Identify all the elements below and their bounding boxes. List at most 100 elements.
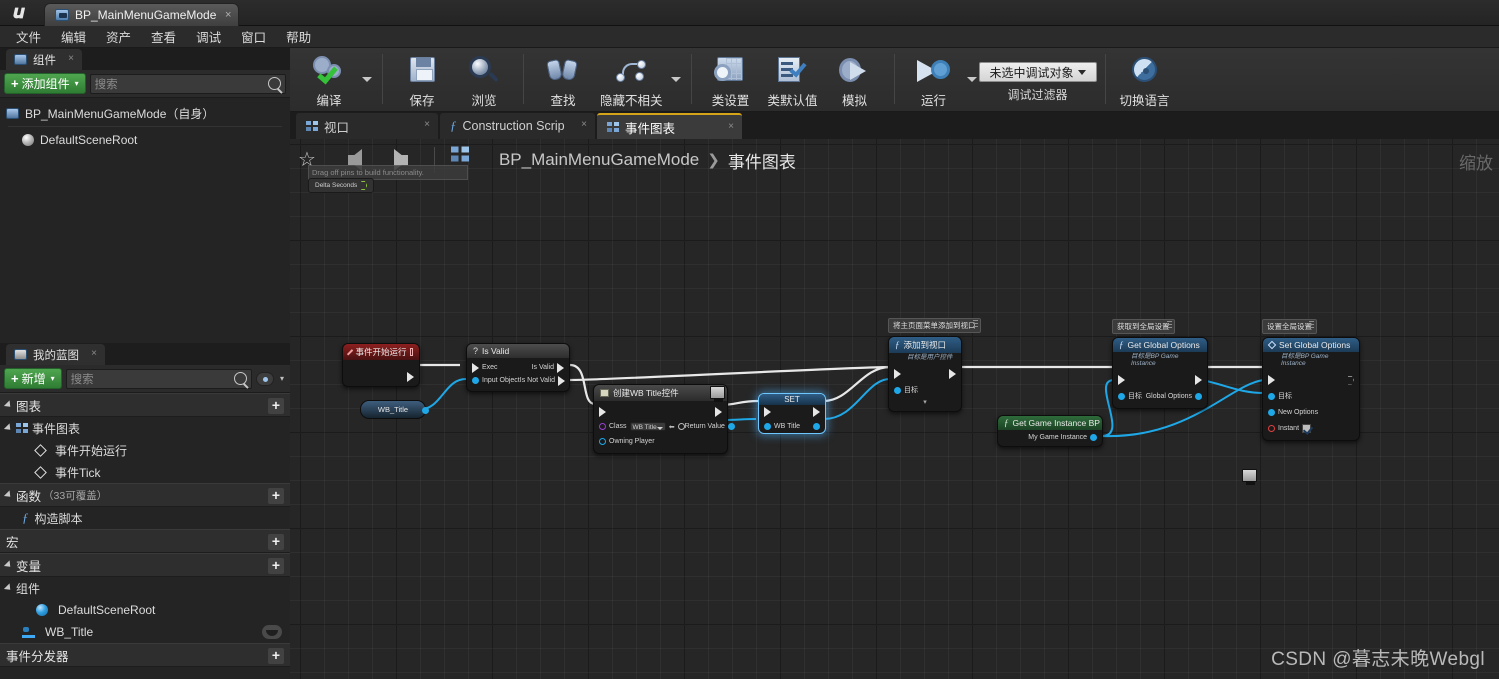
exec-out-pin[interactable] xyxy=(1195,375,1202,385)
component-row-defaultsceneroot[interactable]: DefaultSceneRoot xyxy=(0,129,290,151)
node-add-to-viewport[interactable]: ƒ 添加到视口 目标是用户控件 目标 ▾ xyxy=(888,336,962,412)
variable-item-wb-title[interactable]: WB_Title xyxy=(0,621,290,643)
tab-my-blueprint[interactable]: 我的蓝图 × xyxy=(6,344,105,365)
instant-checkbox[interactable] xyxy=(1302,423,1312,433)
play-options-caret[interactable] xyxy=(965,48,979,110)
pin-global-options-out[interactable]: Global Options xyxy=(1146,392,1202,400)
node-set-wb-title[interactable]: SET WB Title xyxy=(758,393,826,434)
function-item-construction-script[interactable]: ƒ 构造脚本 xyxy=(0,507,290,529)
exec-out-pin[interactable] xyxy=(715,406,722,417)
menu-item-window[interactable]: 窗口 xyxy=(231,25,276,48)
menu-item-file[interactable]: 文件 xyxy=(6,25,51,48)
resize-grip-icon[interactable] xyxy=(972,320,978,328)
pin-is-valid-out[interactable]: Is Valid xyxy=(532,362,564,373)
object-out-pin[interactable] xyxy=(813,422,820,430)
menu-item-assets[interactable]: 资产 xyxy=(96,25,141,48)
close-icon[interactable]: × xyxy=(225,9,231,21)
exec-in-pin[interactable] xyxy=(599,406,606,417)
graph-item-event-begin-play[interactable]: 事件开始运行 xyxy=(0,439,290,461)
browse-asset-icon[interactable] xyxy=(677,423,685,430)
section-graphs[interactable]: 图表 + xyxy=(0,393,290,417)
variable-visibility-toggle[interactable] xyxy=(262,625,282,639)
exec-out-pin[interactable] xyxy=(1348,375,1354,385)
variable-item-defaultsceneroot[interactable]: DefaultSceneRoot xyxy=(0,599,290,621)
section-macros[interactable]: 宏 + xyxy=(0,529,290,553)
pin-instant[interactable]: Instant xyxy=(1268,423,1312,433)
debug-object-select[interactable]: 未选中调试对象 xyxy=(978,62,1097,82)
compile-button[interactable]: 编译 xyxy=(298,48,360,110)
hide-unrelated-caret[interactable] xyxy=(669,48,683,110)
menu-item-debug[interactable]: 调试 xyxy=(186,25,231,48)
hide-unrelated-button[interactable]: 隐藏不相关 xyxy=(594,48,669,110)
pin-target[interactable]: 目标 xyxy=(894,385,918,395)
pin-exec-in[interactable]: Exec xyxy=(472,362,498,373)
document-tab-blueprint[interactable]: BP_MainMenuGameMode × xyxy=(44,3,240,26)
section-variables[interactable]: 变量 + xyxy=(0,553,290,577)
object-pin-icon[interactable] xyxy=(422,407,429,414)
tab-construction-script[interactable]: ƒ Construction Scrip × xyxy=(440,113,595,139)
menu-item-help[interactable]: 帮助 xyxy=(276,25,321,48)
event-graph-canvas[interactable]: ☆ BP_MainMenuGameMode ❯ 事件图表 缩放 Drag off… xyxy=(290,139,1499,679)
graph-group-event-graph[interactable]: 事件图表 xyxy=(0,417,290,439)
myblueprint-search-input[interactable]: 搜索 xyxy=(65,368,252,389)
chevron-down-icon[interactable]: ▾ xyxy=(278,374,286,383)
tab-components[interactable]: 组件 × xyxy=(6,49,82,70)
node-get-game-instance-bp[interactable]: ƒ Get Game Instance BP My Game Instance xyxy=(997,415,1103,447)
add-component-button[interactable]: + 添加组件 ▾ xyxy=(4,73,86,94)
add-function-button[interactable]: + xyxy=(268,488,284,504)
pin-is-not-valid-out[interactable]: Is Not Valid xyxy=(520,375,566,386)
graph-item-event-tick[interactable]: 事件Tick xyxy=(0,461,290,483)
visibility-eye-icon[interactable] xyxy=(255,371,274,386)
save-button[interactable]: 保存 xyxy=(391,48,453,110)
menu-item-view[interactable]: 查看 xyxy=(141,25,186,48)
comment-get-global-options[interactable]: 获取到全局设置 xyxy=(1112,319,1175,334)
comment-add-to-viewport[interactable]: 将主页面菜单添加到视口 xyxy=(888,318,981,333)
pin-target[interactable]: 目标 xyxy=(1118,391,1142,401)
pin-class[interactable]: Class WB Title ⬅ xyxy=(599,422,685,431)
section-event-dispatchers[interactable]: 事件分发器 + xyxy=(0,643,290,667)
node-is-valid[interactable]: ? Is Valid Exec Is Valid Input Object Is… xyxy=(466,343,570,392)
exec-in-pin[interactable] xyxy=(894,369,901,379)
exec-out-pin[interactable] xyxy=(407,372,414,382)
add-graph-button[interactable]: + xyxy=(268,398,284,414)
pin-wb-title[interactable]: WB Title xyxy=(764,422,800,430)
node-fragment-event-tick[interactable]: Delta Seconds xyxy=(308,178,375,193)
class-defaults-button[interactable]: 类默认值 xyxy=(762,48,824,110)
add-variable-button[interactable]: + xyxy=(268,558,284,574)
pin-my-game-instance[interactable]: My Game Instance xyxy=(1028,434,1097,441)
exec-in-pin[interactable] xyxy=(764,407,771,417)
node-get-global-options[interactable]: ƒ Get Global Options 目标是BP Game Instance… xyxy=(1112,337,1208,409)
exec-pin-icon[interactable] xyxy=(361,181,368,190)
variable-group-components[interactable]: 组件 xyxy=(0,577,290,599)
pin-new-options[interactable]: New Options xyxy=(1268,408,1318,416)
close-icon[interactable]: × xyxy=(91,348,97,359)
comment-set-global-options[interactable]: 设置全局设置 xyxy=(1262,319,1317,334)
tab-event-graph[interactable]: 事件图表 × xyxy=(597,113,742,139)
compile-options-caret[interactable] xyxy=(360,48,374,110)
pin-owning-player[interactable]: Owning Player xyxy=(599,438,655,445)
exec-in-pin[interactable] xyxy=(1268,375,1275,385)
menu-item-edit[interactable]: 编辑 xyxy=(51,25,96,48)
close-icon[interactable]: × xyxy=(581,119,587,130)
add-macro-button[interactable]: + xyxy=(268,534,284,550)
resize-grip-icon[interactable] xyxy=(1166,321,1172,329)
node-expander-icon[interactable]: ▾ xyxy=(889,398,961,407)
find-button[interactable]: 查找 xyxy=(532,48,594,110)
simulate-button[interactable]: 模拟 xyxy=(824,48,886,110)
add-event-dispatcher-button[interactable]: + xyxy=(268,648,284,664)
tab-viewport[interactable]: 视口 × xyxy=(296,113,438,139)
exec-in-pin[interactable] xyxy=(1118,375,1125,385)
section-functions[interactable]: 函数 （33可覆盖） + xyxy=(0,483,290,507)
pin-input-object[interactable]: Input Object xyxy=(472,377,520,384)
components-search-input[interactable]: 搜索 xyxy=(89,73,286,94)
component-row-self[interactable]: BP_MainMenuGameMode（自身） xyxy=(0,102,290,124)
breadcrumb-root[interactable]: BP_MainMenuGameMode xyxy=(499,150,699,170)
resize-grip-icon[interactable] xyxy=(1309,321,1314,329)
play-button[interactable]: 运行 xyxy=(903,48,965,110)
pin-target[interactable]: 目标 xyxy=(1268,391,1292,401)
node-event-begin-play[interactable]: 事件开始运行 xyxy=(342,343,420,387)
exec-out-pin[interactable] xyxy=(949,369,956,379)
pin-return-value[interactable]: Return Value xyxy=(685,423,735,430)
class-settings-button[interactable]: 类设置 xyxy=(700,48,762,110)
switch-language-button[interactable]: 切换语言 xyxy=(1114,48,1176,110)
